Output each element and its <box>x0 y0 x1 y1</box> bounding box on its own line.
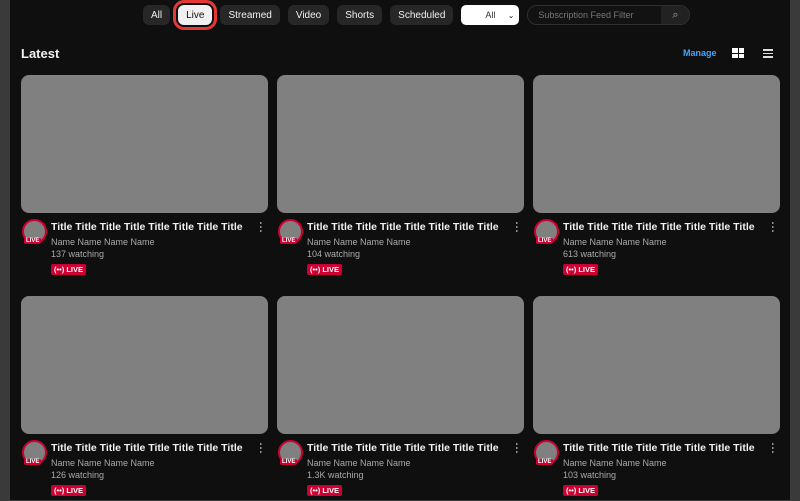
chip-scheduled[interactable]: Scheduled <box>390 5 454 25</box>
live-badge: (••) LIVE <box>563 264 599 275</box>
video-card[interactable]: LIVE Title Title Title Title Title Title… <box>533 296 780 501</box>
chip-live[interactable]: Live <box>173 0 218 30</box>
chip-shorts[interactable]: Shorts <box>337 5 383 25</box>
type-select[interactable]: All ⌄ <box>461 5 520 25</box>
search-icon: ⌕ <box>672 8 679 21</box>
video-thumbnail[interactable] <box>277 296 524 434</box>
live-badge: (••) LIVE <box>307 264 343 275</box>
video-thumbnail[interactable] <box>533 75 780 213</box>
viewer-count: 104 watching <box>307 249 361 259</box>
chip-all[interactable]: All <box>143 5 171 25</box>
broadcast-icon: (••) <box>54 265 65 274</box>
video-title[interactable]: Title Title Title Title Title Title Titl… <box>51 221 243 233</box>
video-title[interactable]: Title Title Title Title Title Title Titl… <box>563 221 755 233</box>
broadcast-icon: (••) <box>54 486 65 495</box>
avatar-live-badge: LIVE <box>280 459 298 465</box>
video-title[interactable]: Title Title Title Title Title Title Titl… <box>563 442 755 454</box>
video-thumbnail[interactable] <box>21 75 268 213</box>
broadcast-icon: (••) <box>566 265 577 274</box>
live-badge: (••) LIVE <box>51 264 87 275</box>
broadcast-icon: (••) <box>310 265 321 274</box>
search-box: Subscription Feed Filter ⌕ <box>527 5 691 25</box>
avatar-live-badge: LIVE <box>536 459 554 465</box>
channel-name[interactable]: Name Name Name Name <box>563 458 667 468</box>
more-options-icon[interactable]: ⋯ <box>766 442 780 454</box>
live-badge: (••) LIVE <box>51 485 87 496</box>
manage-link[interactable]: Manage <box>683 48 717 58</box>
avatar-live-badge: LIVE <box>536 238 554 244</box>
channel-name[interactable]: Name Name Name Name <box>307 237 411 247</box>
select-value: All <box>485 10 496 20</box>
channel-name[interactable]: Name Name Name Name <box>307 458 411 468</box>
avatar-live-badge: LIVE <box>24 238 42 244</box>
more-options-icon[interactable]: ⋯ <box>254 442 268 454</box>
main-content: All Live Streamed Video Shorts Scheduled… <box>10 0 790 500</box>
broadcast-icon: (••) <box>566 486 577 495</box>
chevron-down-icon: ⌄ <box>507 10 515 20</box>
live-badge: (••) LIVE <box>307 485 343 496</box>
more-options-icon[interactable]: ⋯ <box>510 442 524 454</box>
video-thumbnail[interactable] <box>533 296 780 434</box>
viewer-count: 126 watching <box>51 470 105 480</box>
avatar-live-badge: LIVE <box>24 459 42 465</box>
more-options-icon[interactable]: ⋯ <box>254 221 268 233</box>
viewer-count: 137 watching <box>51 249 105 259</box>
chip-video[interactable]: Video <box>287 5 330 25</box>
channel-name[interactable]: Name Name Name Name <box>563 237 667 247</box>
search-button[interactable]: ⌕ <box>661 6 690 24</box>
more-options-icon[interactable]: ⋯ <box>766 221 780 233</box>
video-card[interactable]: LIVE Title Title Title Title Title Title… <box>21 296 268 501</box>
video-thumbnail[interactable] <box>21 296 268 434</box>
section-title: Latest <box>21 46 60 61</box>
search-input[interactable]: Subscription Feed Filter <box>528 6 662 24</box>
chip-streamed[interactable]: Streamed <box>220 5 280 25</box>
grid-view-icon[interactable] <box>732 48 744 58</box>
broadcast-icon: (••) <box>310 486 321 495</box>
list-view-icon[interactable] <box>763 49 773 60</box>
more-options-icon[interactable]: ⋯ <box>510 221 524 233</box>
channel-name[interactable]: Name Name Name Name <box>51 237 155 247</box>
live-badge: (••) LIVE <box>563 485 599 496</box>
channel-name[interactable]: Name Name Name Name <box>51 458 155 468</box>
filter-bar: All Live Streamed Video Shorts Scheduled… <box>143 0 691 30</box>
video-title[interactable]: Title Title Title Title Title Title Titl… <box>307 442 499 454</box>
viewer-count: 103 watching <box>563 470 617 480</box>
video-title[interactable]: Title Title Title Title Title Title Titl… <box>51 442 243 454</box>
video-card[interactable]: LIVE Title Title Title Title Title Title… <box>533 75 780 280</box>
video-card[interactable]: LIVE Title Title Title Title Title Title… <box>277 296 524 501</box>
video-thumbnail[interactable] <box>277 75 524 213</box>
video-title[interactable]: Title Title Title Title Title Title Titl… <box>307 221 499 233</box>
video-card[interactable]: LIVE Title Title Title Title Title Title… <box>277 75 524 280</box>
video-card[interactable]: LIVE Title Title Title Title Title Title… <box>21 75 268 280</box>
viewer-count: 613 watching <box>563 249 617 259</box>
avatar-live-badge: LIVE <box>280 238 298 244</box>
viewer-count: 1.3K watching <box>307 470 364 480</box>
